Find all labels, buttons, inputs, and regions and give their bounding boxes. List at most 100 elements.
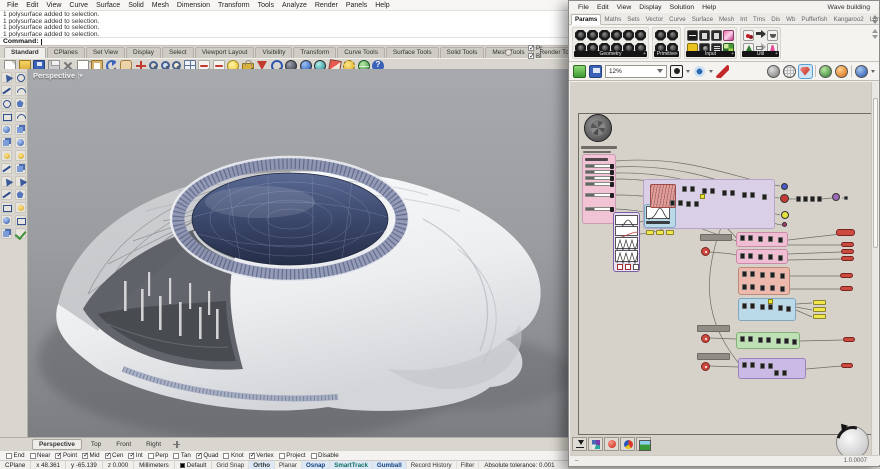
toolbar-tab-curve-tools[interactable]: Curve Tools	[337, 47, 385, 58]
radar-widget[interactable]	[584, 114, 612, 142]
gh-node[interactable]	[803, 196, 808, 202]
graph-mapper[interactable]	[615, 215, 638, 225]
brep-param-icon[interactable]	[599, 30, 610, 41]
box-solid-icon[interactable]	[1, 176, 12, 187]
offset-curve-icon[interactable]	[1, 137, 12, 148]
number-slider[interactable]	[585, 193, 611, 197]
gh-canvas[interactable]	[570, 82, 873, 457]
gh-node[interactable]	[678, 200, 683, 206]
chevron-down-icon[interactable]	[686, 70, 690, 73]
ribbon-scroll-arrows[interactable]	[872, 29, 878, 39]
gh-node[interactable]	[760, 363, 765, 369]
osnap-int[interactable]: Int	[128, 452, 142, 459]
output-badge[interactable]	[840, 273, 853, 278]
gh-menu-view[interactable]: View	[613, 4, 636, 11]
gh-node[interactable]	[758, 254, 763, 260]
gh-tab-kangaroo2[interactable]: Kangaroo2	[830, 15, 866, 24]
toggle-planar[interactable]: Planar	[275, 461, 302, 469]
number-slider[interactable]	[585, 176, 611, 180]
osnap-near[interactable]: Near	[30, 452, 51, 459]
output-badge[interactable]	[841, 363, 853, 368]
array-icon[interactable]	[15, 215, 26, 226]
collapsed-group-bar[interactable]	[697, 325, 730, 332]
viewport-tab-front[interactable]: Front	[110, 440, 137, 449]
gh-tab-vector[interactable]: Vector	[643, 15, 667, 24]
gh-node[interactable]	[760, 304, 765, 310]
gh-tab-intersect[interactable]: Int	[737, 15, 750, 24]
extrude-surface-icon[interactable]	[15, 150, 26, 161]
panel-yellow[interactable]	[646, 230, 654, 235]
toggle-record-history[interactable]: Record History	[407, 461, 457, 469]
menu-curve[interactable]: Curve	[65, 2, 92, 9]
gh-node[interactable]	[768, 363, 773, 369]
graph-mapper[interactable]	[615, 226, 638, 236]
toolbar-tab-select[interactable]: Select	[162, 47, 194, 58]
osnap-tan[interactable]: Tan	[173, 452, 190, 459]
sweep-icon[interactable]	[1, 163, 12, 174]
toggle-osnap[interactable]: Osnap	[302, 461, 330, 469]
gh-node[interactable]	[690, 186, 695, 192]
gh-node[interactable]	[694, 201, 699, 207]
panel-yellow[interactable]	[813, 314, 826, 319]
gh-node[interactable]	[780, 286, 785, 292]
gh-node[interactable]	[742, 303, 747, 309]
multiline-panel-icon[interactable]	[711, 30, 722, 41]
gh-node[interactable]	[742, 284, 747, 290]
gh-node[interactable]	[770, 272, 775, 278]
osnap-point[interactable]: Point	[55, 452, 77, 459]
gh-node[interactable]	[748, 336, 753, 342]
gh-node[interactable]	[742, 362, 747, 368]
gh-node[interactable]	[768, 254, 773, 260]
point-param-icon[interactable]	[575, 30, 586, 41]
gh-node[interactable]	[750, 303, 755, 309]
gh-node[interactable]	[844, 196, 848, 200]
pinwheel-widget-icon[interactable]	[588, 437, 603, 451]
checkbox[interactable]	[528, 53, 534, 59]
menu-dimension[interactable]: Dimension	[173, 2, 214, 9]
gh-node[interactable]	[782, 370, 787, 376]
gh-node[interactable]	[758, 236, 763, 242]
gh-node[interactable]	[686, 201, 691, 207]
red-input-node[interactable]	[701, 362, 710, 371]
preview-shaded-icon[interactable]	[799, 65, 812, 78]
gh-tab-transform[interactable]: Trns	[750, 15, 768, 24]
toolbar-tab-display[interactable]: Display	[126, 47, 161, 58]
gh-node[interactable]	[766, 337, 771, 343]
yellow-node[interactable]	[768, 299, 773, 304]
circle-icon[interactable]	[1, 98, 12, 109]
circle-param-icon[interactable]	[623, 30, 634, 41]
number-slider[interactable]	[585, 164, 611, 168]
menu-edit[interactable]: Edit	[22, 2, 42, 9]
teapot-icon[interactable]	[767, 30, 778, 41]
compass-ball-widget[interactable]	[836, 426, 869, 457]
gh-node[interactable]	[762, 194, 767, 200]
gh-node[interactable]	[780, 273, 785, 279]
collapsed-group-bar[interactable]	[700, 234, 732, 241]
toolbar-tab-visibility[interactable]: Visibility	[255, 47, 292, 58]
checkbox[interactable]	[528, 45, 534, 51]
gh-menu-solution[interactable]: Solution	[666, 4, 699, 11]
osnap-vertex[interactable]: Vertex	[249, 452, 274, 459]
number-slider[interactable]	[585, 182, 611, 186]
menu-tools[interactable]: Tools	[254, 2, 278, 9]
new-viewport-icon[interactable]	[172, 440, 181, 449]
tab-scroll-arrows[interactable]	[872, 15, 878, 24]
gh-node[interactable]	[774, 370, 779, 376]
menu-transform[interactable]: Transform	[214, 2, 254, 9]
preview-wireframe-icon[interactable]	[783, 65, 796, 78]
chevron-down-icon[interactable]	[709, 70, 713, 73]
red-input-node[interactable]	[701, 334, 710, 343]
chevron-down-icon[interactable]	[871, 70, 875, 73]
panel-yellow[interactable]	[813, 300, 826, 305]
viewport-tab-right[interactable]: Right	[140, 440, 167, 449]
gh-node[interactable]	[750, 284, 755, 290]
scrollbar-thumb[interactable]	[873, 98, 878, 248]
toggle-cell[interactable]	[633, 264, 639, 270]
osnap-mid[interactable]: Mid	[82, 452, 99, 459]
gh-node[interactable]	[730, 190, 735, 196]
analyze-check-icon[interactable]	[1, 228, 12, 239]
gh-node[interactable]	[750, 362, 755, 368]
panel-yellow[interactable]	[813, 307, 826, 312]
revolve-icon[interactable]	[15, 163, 26, 174]
gh-node[interactable]	[722, 190, 727, 196]
